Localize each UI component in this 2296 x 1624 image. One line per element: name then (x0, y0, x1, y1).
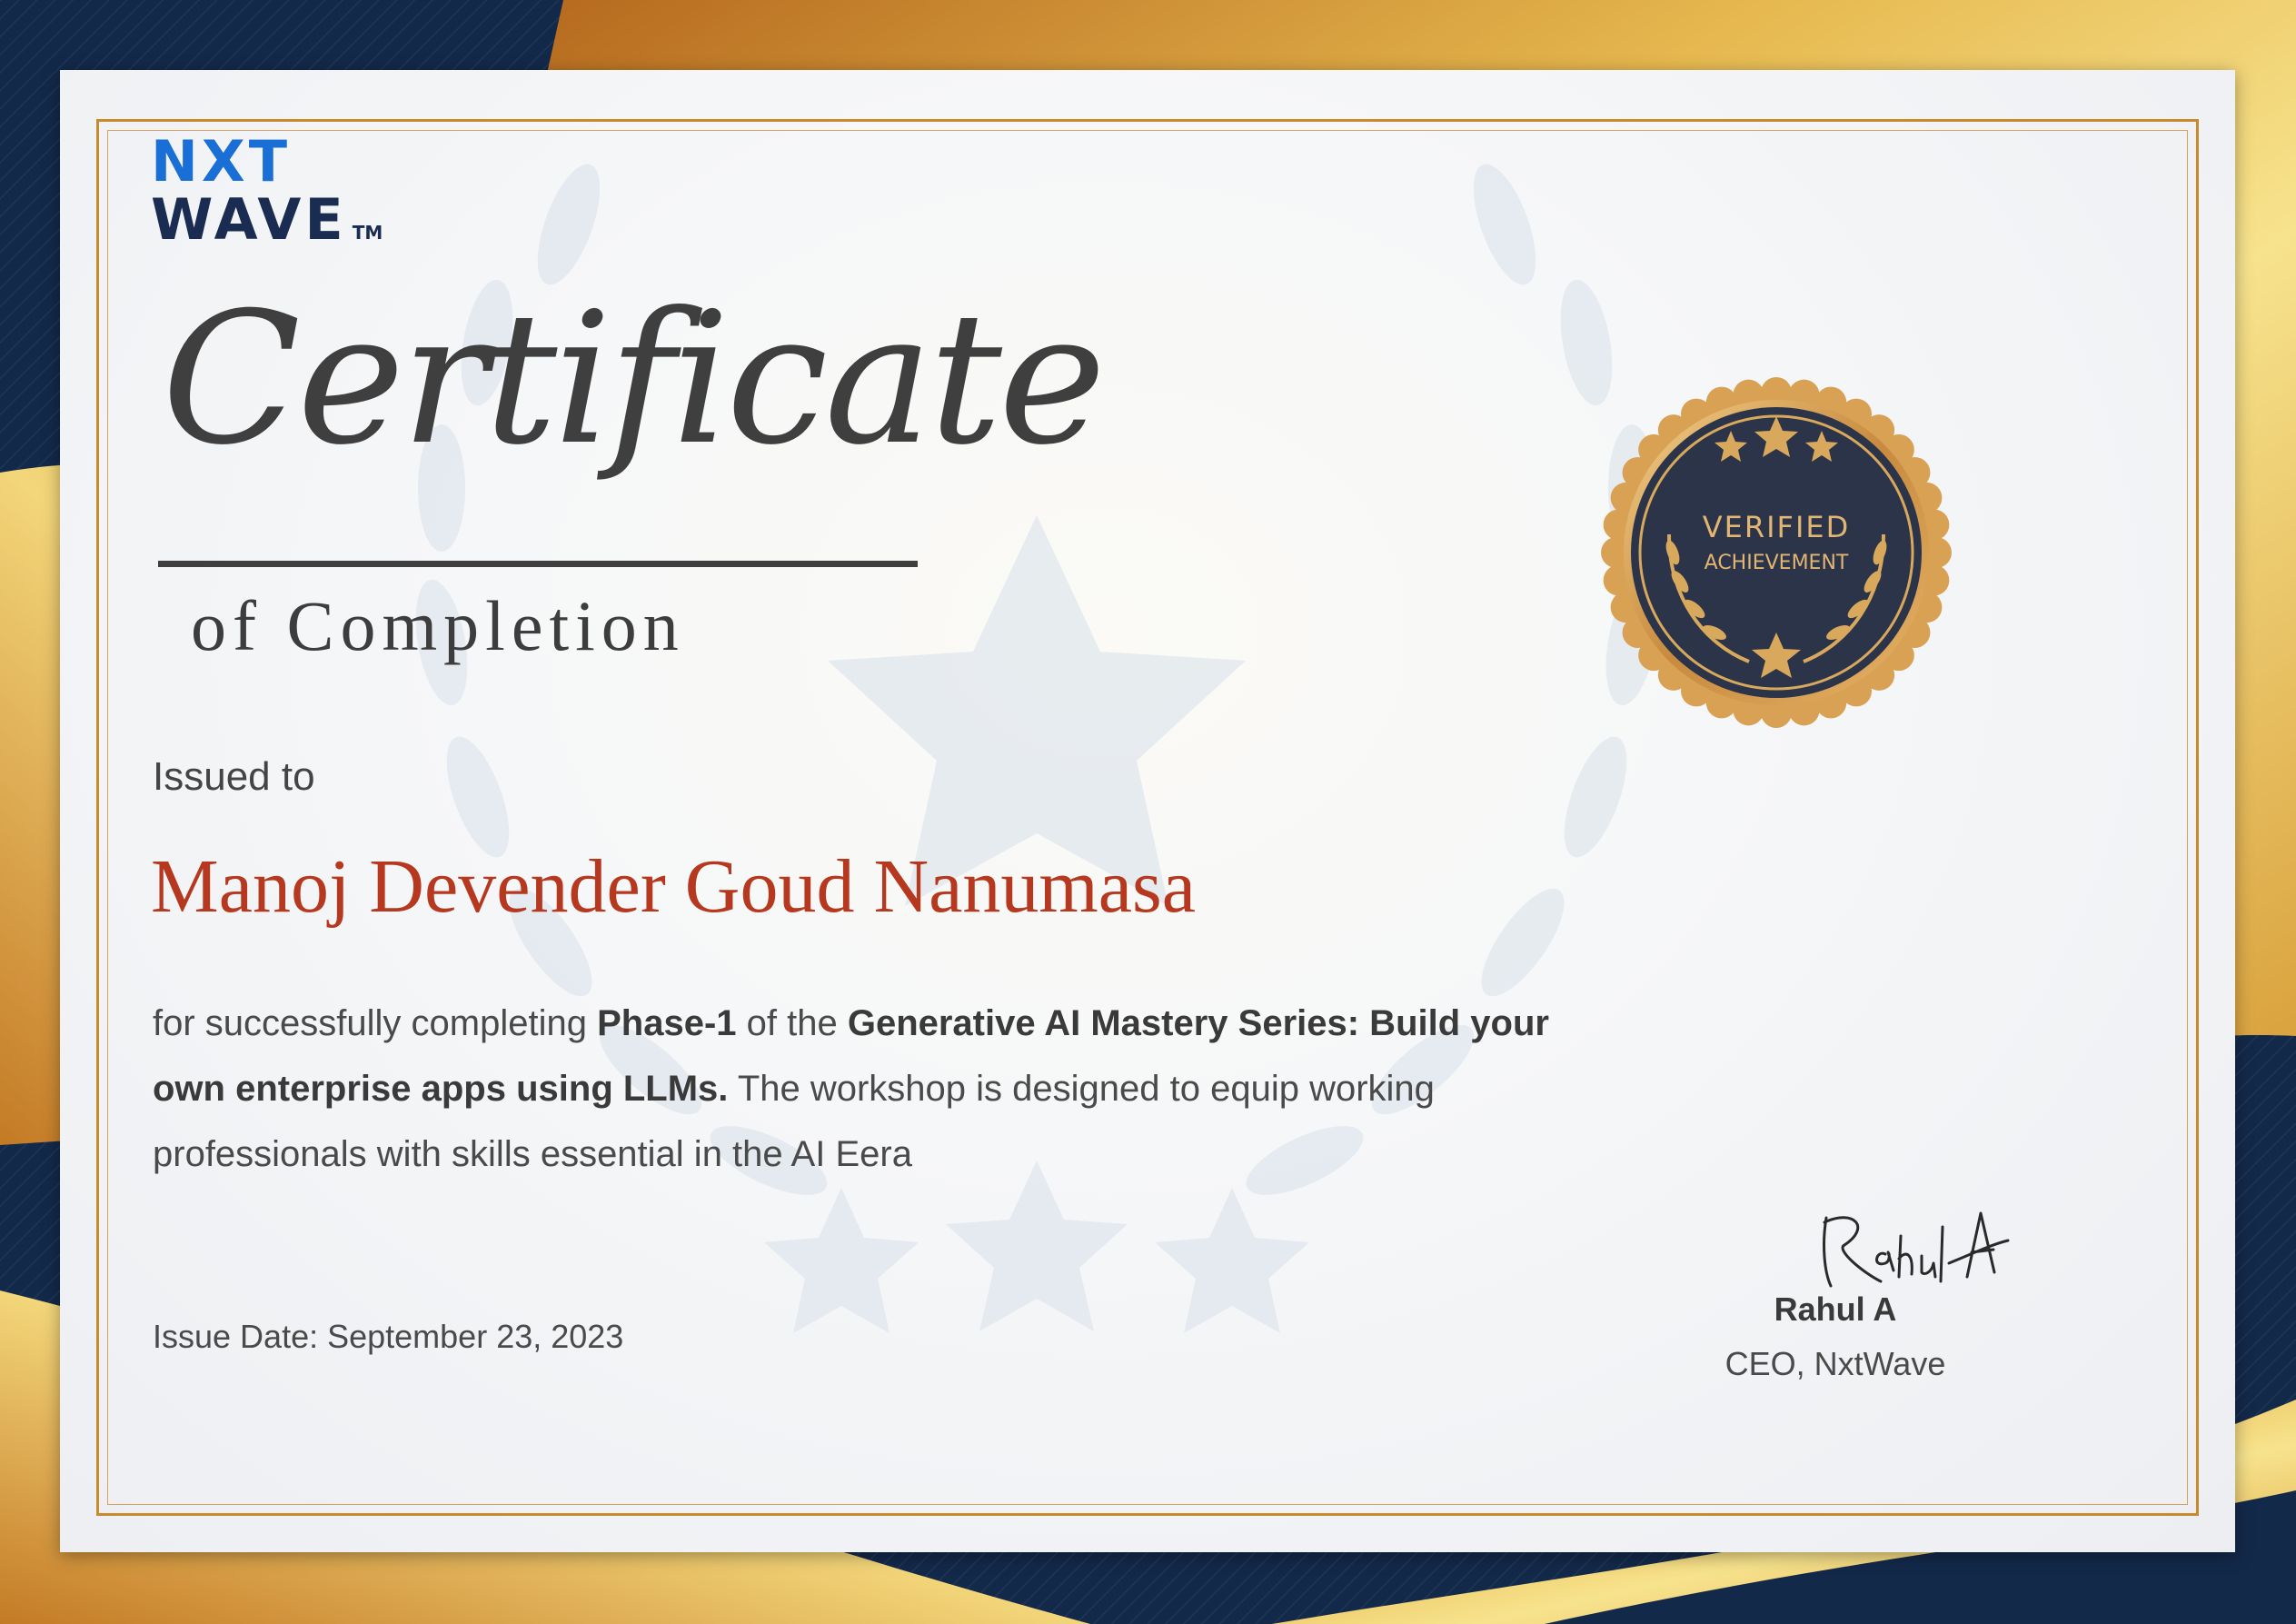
seal-bottom-text: ACHIEVEMENT (1705, 552, 1849, 574)
issued-to-label: Issued to (153, 754, 315, 799)
issue-date: Issue Date: September 23, 2023 (153, 1318, 624, 1355)
logo-line-1: NXT (151, 128, 291, 194)
signature-image (1823, 1211, 2010, 1288)
title-underline (158, 561, 918, 567)
description-phase: Phase-1 (597, 1003, 737, 1043)
certificate-title: Certificate (162, 274, 1106, 485)
recipient-name: Manoj Devender Goud Nanumasa (151, 844, 1196, 929)
trademark-mark: TM (352, 222, 383, 244)
verified-achievement-seal: VERIFIED ACHIEVEMENT (1601, 377, 1952, 728)
nxtwave-logo: NXT WAVE TM (151, 134, 383, 248)
signatory-title: CEO, NxtWave (1724, 1345, 1946, 1382)
description-part-1: for successfully completing (153, 1003, 598, 1043)
description-part-2: of the (736, 1003, 848, 1043)
signatory-name: Rahul A (1774, 1290, 1897, 1328)
logo-line-2: WAVE TM (151, 192, 383, 248)
logo-wave-text: WAVE (151, 186, 347, 253)
certificate-description: for successfully completing Phase-1 of t… (153, 991, 1606, 1187)
certificate-subtitle: of Completion (191, 586, 685, 665)
seal-top-text: VERIFIED (1703, 510, 1850, 544)
